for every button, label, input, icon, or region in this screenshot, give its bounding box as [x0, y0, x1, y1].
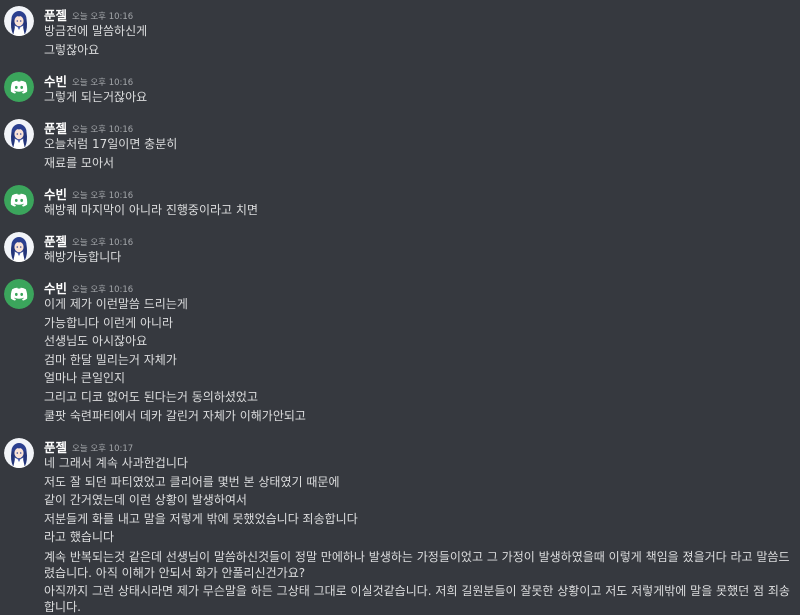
timestamp: 오늘 오후 10:17: [72, 444, 134, 454]
timestamp: 오늘 오후 10:16: [72, 285, 134, 295]
timestamp: 오늘 오후 10:16: [72, 78, 134, 88]
message-text: 재료를 모아서: [44, 155, 115, 170]
username[interactable]: 푼젤: [44, 8, 67, 23]
message-text: 가능합니다 이런게 아니라: [44, 315, 174, 330]
username[interactable]: 푼젤: [44, 234, 67, 249]
message-text: 계속 반복되는것 같은데 선생님이 말씀하신것들이 정말 만에하나 발생하는 가…: [44, 549, 790, 580]
message-text: 저분들게 화를 내고 말을 저렇게 밖에 못했었습니다 죄송합니다: [44, 511, 358, 526]
timestamp: 오늘 오후 10:16: [72, 191, 134, 201]
message-text: 해방퀘 마지막이 아니라 진행중이라고 치면: [44, 203, 258, 217]
message-text: 네 그래서 계속 사과한겁니다: [44, 456, 188, 470]
chat-message-list: 푼젤 오늘 오후 10:16 방금전에 말씀하신게 그렇잖아요 수빈 오늘 오후 1…: [0, 0, 800, 615]
message-text: 같이 간거였는데 이런 상황이 발생하여서: [44, 493, 247, 508]
message-text: 해방가능합니다: [44, 250, 122, 264]
message-text: 얼마나 큰일인지: [44, 371, 126, 386]
character-avatar[interactable]: [4, 232, 34, 262]
discord-logo-icon[interactable]: [4, 279, 34, 309]
username[interactable]: 푼젤: [44, 121, 67, 136]
message-text: 쿨팟 숙련파티에서 데카 갈린거 자체가 이해가안되고: [44, 408, 306, 423]
message-text: 그렇잖아요: [44, 42, 100, 57]
message-text: 선생님도 아시잖아요: [44, 334, 148, 349]
message-text: 저도 잘 되던 파티였었고 클리어를 몇번 본 상태였기 때문에: [44, 474, 340, 489]
username[interactable]: 수빈: [44, 281, 67, 296]
message-text: 그렇게 되는거잖아요: [44, 90, 148, 104]
timestamp: 오늘 오후 10:16: [72, 238, 134, 248]
message-text: 아직까지 그런 상태시라면 제가 무슨말을 하든 그상태 그대로 이실것같습니다…: [44, 583, 790, 614]
discord-logo-icon[interactable]: [4, 72, 34, 102]
timestamp: 오늘 오후 10:16: [72, 12, 134, 22]
timestamp: 오늘 오후 10:16: [72, 125, 134, 135]
message-text: 오늘처럼 17일이면 충분히: [44, 137, 178, 151]
username[interactable]: 푼젤: [44, 440, 67, 455]
character-avatar[interactable]: [4, 438, 34, 468]
discord-logo-icon[interactable]: [4, 185, 34, 215]
message-text: 라고 했습니다: [44, 530, 115, 545]
message-text: 검마 한달 밀리는거 자체가: [44, 352, 177, 367]
username[interactable]: 수빈: [44, 187, 67, 202]
username[interactable]: 수빈: [44, 74, 67, 89]
message-text: 방금전에 말씀하신게: [44, 24, 148, 38]
message-text: 그리고 디코 없어도 된다는거 동의하셨었고: [44, 389, 258, 404]
message-text: 이게 제가 이런말씀 드리는게: [44, 297, 188, 311]
character-avatar[interactable]: [4, 119, 34, 149]
character-avatar[interactable]: [4, 6, 34, 36]
